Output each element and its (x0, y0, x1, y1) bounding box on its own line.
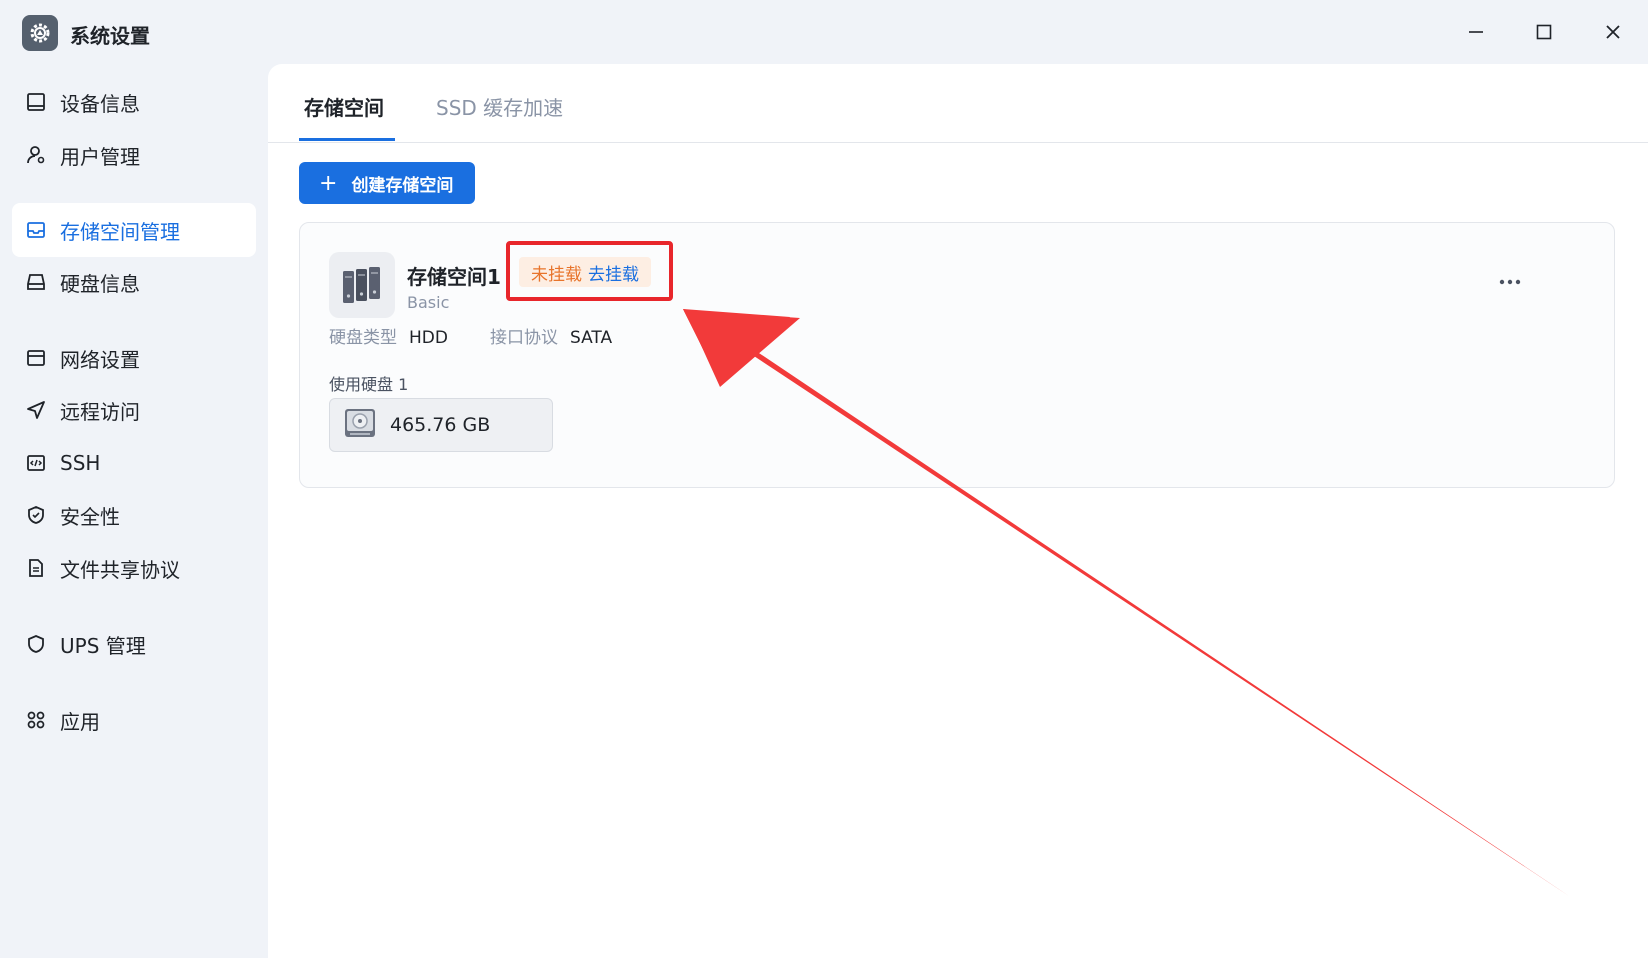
interface-value: SATA (570, 328, 613, 348)
user-gear-icon (24, 143, 48, 167)
maximize-button[interactable] (1524, 14, 1564, 50)
sidebar-item-label: 文件共享协议 (60, 557, 180, 582)
create-storage-button[interactable]: + 创建存储空间 (299, 162, 475, 204)
sidebar-item-ups[interactable]: UPS 管理 (12, 617, 256, 671)
hdd-icon (344, 407, 376, 443)
sidebar-item-network-settings[interactable]: 网络设置 (12, 331, 256, 385)
network-window-icon (24, 346, 48, 370)
apps-icon (24, 708, 48, 732)
disk-type-label: 硬盘类型 (329, 328, 397, 348)
disks-used-label: 使用硬盘 1 (329, 375, 409, 394)
sidebar-item-user-management[interactable]: 用户管理 (12, 128, 256, 182)
document-icon (24, 556, 48, 580)
sidebar-item-remote-access[interactable]: 远程访问 (12, 383, 256, 437)
storage-space-card: 存储空间1 未挂载 去挂载 Basic 硬盘类型 HDD 接口协议 SATA 使用硬… (299, 222, 1615, 488)
close-icon (1606, 25, 1620, 39)
monitor-icon (24, 90, 48, 114)
sidebar: 设备信息 用户管理 存储空间管理 硬盘信息 网络设置 远程访问 SSH 安全性 … (0, 62, 268, 958)
disk-type: 硬盘类型 HDD (329, 323, 448, 348)
interface-label: 接口协议 (490, 328, 558, 348)
interface-protocol: 接口协议 SATA (490, 323, 612, 348)
storage-space-name: 存储空间1 (407, 265, 501, 289)
raid-type: Basic (407, 293, 450, 312)
sidebar-item-security[interactable]: 安全性 (12, 488, 256, 542)
tab-storage-space[interactable]: 存储空间 (304, 92, 384, 121)
sidebar-item-label: 安全性 (60, 504, 120, 529)
sidebar-item-device-info[interactable]: 设备信息 (12, 75, 256, 129)
window-title: 系统设置 (70, 24, 150, 48)
annotation-highlight-box (506, 241, 673, 301)
sidebar-item-label: 硬盘信息 (60, 271, 140, 296)
close-button[interactable] (1593, 14, 1633, 50)
shield-icon (24, 632, 48, 656)
minimize-icon (1469, 31, 1483, 33)
storage-inbox-icon (24, 218, 48, 242)
sidebar-item-storage-management[interactable]: 存储空间管理 (12, 203, 256, 257)
sidebar-item-label: UPS 管理 (60, 633, 146, 658)
minimize-button[interactable] (1456, 14, 1496, 50)
sidebar-item-ssh[interactable]: SSH (12, 436, 256, 490)
tab-bar: 存储空间 SSD 缓存加速 (268, 64, 1648, 143)
sidebar-item-apps[interactable]: 应用 (12, 693, 256, 747)
sidebar-item-disk-info[interactable]: 硬盘信息 (12, 255, 256, 309)
sidebar-item-label: SSH (60, 451, 101, 475)
more-dots-icon (1499, 279, 1521, 285)
sidebar-item-label: 设备信息 (60, 91, 140, 116)
more-options-button[interactable] (1490, 267, 1530, 297)
tab-ssd-cache[interactable]: SSD 缓存加速 (436, 92, 563, 121)
sidebar-item-label: 应用 (60, 709, 100, 734)
shield-check-icon (24, 503, 48, 527)
hard-drive-icon (24, 270, 48, 294)
sidebar-item-label: 网络设置 (60, 347, 140, 372)
sidebar-item-label: 存储空间管理 (60, 219, 180, 244)
send-icon (24, 398, 48, 422)
title-bar: 系统设置 (0, 0, 1648, 62)
disk-type-value: HDD (409, 328, 448, 348)
settings-gear-icon (22, 15, 58, 51)
main-panel: 存储空间 SSD 缓存加速 + 创建存储空间 存储空间1 未挂载 去挂载 Bas… (268, 64, 1648, 958)
plus-icon: + (319, 170, 338, 196)
maximize-icon (1536, 24, 1552, 40)
disk-chip[interactable]: 465.76 GB (329, 398, 553, 452)
disk-size: 465.76 GB (390, 414, 491, 436)
code-window-icon (24, 451, 48, 475)
sidebar-item-file-sharing[interactable]: 文件共享协议 (12, 541, 256, 595)
create-storage-label: 创建存储空间 (351, 175, 454, 196)
sidebar-item-label: 远程访问 (60, 399, 140, 424)
active-tab-indicator (299, 138, 395, 141)
sidebar-item-label: 用户管理 (60, 144, 140, 169)
server-disks-icon (329, 252, 395, 318)
